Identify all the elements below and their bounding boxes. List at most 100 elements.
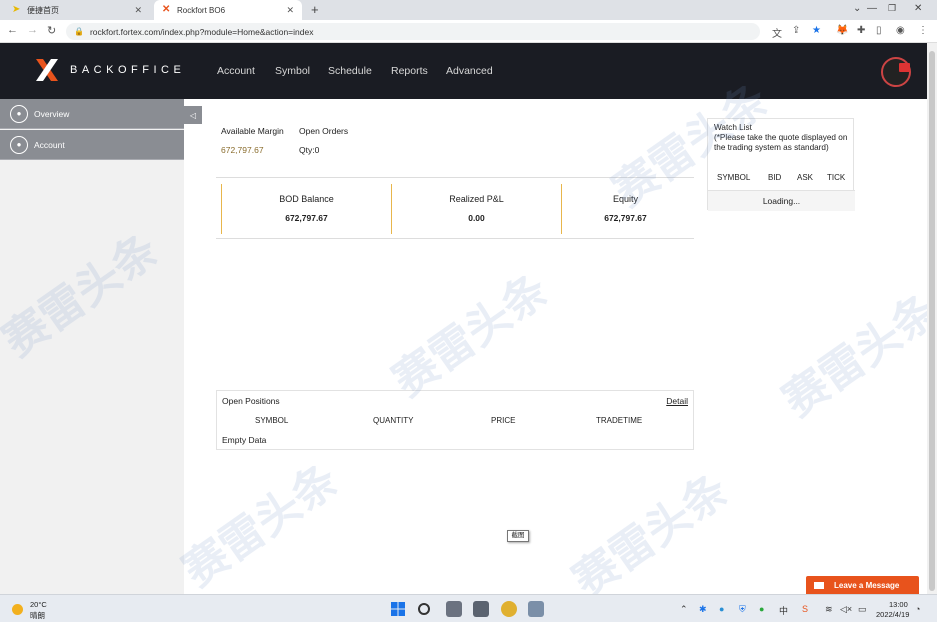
watermark: 赛雷头条 bbox=[563, 464, 738, 608]
star-icon[interactable]: ★ bbox=[812, 25, 821, 36]
open-orders-value: Qty:0 bbox=[299, 145, 320, 155]
nav-advanced[interactable]: Advanced bbox=[446, 65, 493, 77]
sidepanel-icon[interactable]: ▯ bbox=[876, 25, 882, 36]
volume-icon[interactable]: ◁× bbox=[840, 604, 852, 615]
column-header[interactable]: PRICE bbox=[491, 416, 515, 425]
restore-icon[interactable]: ❐ bbox=[888, 3, 896, 14]
column-header[interactable]: BID bbox=[768, 173, 781, 182]
column-header[interactable]: ASK bbox=[797, 173, 813, 182]
watch-list-heading: Watch List (*Please take the quote displ… bbox=[714, 123, 852, 153]
page-scrollbar[interactable] bbox=[927, 43, 937, 594]
tab-label: Rockfort BO6 bbox=[177, 5, 226, 15]
open-positions-panel: Open Positions Detail SYMBOL QUANTITY PR… bbox=[216, 390, 694, 450]
calculator-icon[interactable] bbox=[473, 601, 489, 617]
reload-icon[interactable]: ↻ bbox=[47, 24, 56, 37]
clock-time[interactable]: 13:00 bbox=[889, 600, 908, 609]
close-window-icon[interactable]: ✕ bbox=[914, 3, 922, 14]
paint-app-icon[interactable] bbox=[528, 601, 544, 617]
sidebar-item-account[interactable]: ● Account bbox=[0, 130, 184, 160]
wifi-icon[interactable]: ≋ bbox=[825, 604, 833, 615]
open-orders-label: Open Orders bbox=[299, 126, 349, 136]
envelope-icon bbox=[814, 581, 824, 589]
back-arrow-icon[interactable]: ← bbox=[7, 24, 18, 36]
card-title: BOD Balance bbox=[279, 194, 334, 204]
screenshot-tooltip: 截图 bbox=[507, 530, 529, 542]
nav-account[interactable]: Account bbox=[217, 65, 255, 77]
tab-home[interactable]: ➤ 便捷首页 ✕ bbox=[4, 0, 150, 20]
clock-date[interactable]: 2022/4/19 bbox=[876, 610, 909, 619]
available-margin-value: 672,797.67 bbox=[221, 145, 264, 155]
search-icon[interactable] bbox=[418, 603, 430, 615]
available-margin-label: Available Margin bbox=[221, 126, 284, 136]
column-header[interactable]: TICK bbox=[827, 173, 845, 182]
tab-rockfort[interactable]: ✕ Rockfort BO6 ✕ bbox=[154, 0, 302, 20]
collapse-sidebar-button[interactable]: ◁ bbox=[184, 106, 202, 124]
url-text: rockfort.fortex.com/index.php?module=Hom… bbox=[89, 26, 314, 37]
wechat-icon[interactable]: ● bbox=[759, 604, 764, 614]
column-header[interactable]: SYMBOL bbox=[255, 416, 288, 425]
card-value: 672,797.67 bbox=[285, 213, 328, 223]
nav-schedule[interactable]: Schedule bbox=[328, 65, 372, 77]
more-menu-icon[interactable]: ⋮ bbox=[918, 25, 928, 36]
lock-icon: 🔒 bbox=[74, 27, 84, 36]
x-logo-icon: ✕ bbox=[162, 4, 171, 15]
windows-taskbar: 20°C 晴朗 ⌃ ✱ ● ⛨ ● 中 S ≋ ◁× ▭ 13:00 2022/… bbox=[0, 594, 937, 622]
start-icon[interactable] bbox=[390, 601, 406, 617]
app-header: BACKOFFICE Account Symbol Schedule Repor… bbox=[0, 43, 927, 99]
notification-icon[interactable]: ◔ bbox=[915, 604, 920, 614]
brand-name: BACKOFFICE bbox=[70, 64, 186, 76]
nav-reports[interactable]: Reports bbox=[391, 65, 428, 77]
leave-message-label: Leave a Message bbox=[834, 580, 900, 590]
sidebar-item-overview[interactable]: ● Overview bbox=[0, 99, 184, 129]
realized-pl-card: Realized P&L 0.00 bbox=[391, 184, 561, 234]
eye-icon: ● bbox=[10, 135, 28, 154]
battery-icon[interactable]: ▭ bbox=[858, 604, 867, 615]
sidebar-item-label: Account bbox=[34, 139, 65, 150]
new-tab-button[interactable]: + bbox=[311, 2, 319, 17]
column-header[interactable]: SYMBOL bbox=[717, 173, 750, 182]
minimize-icon[interactable]: — bbox=[867, 3, 877, 14]
watermark: 赛雷头条 bbox=[773, 284, 937, 428]
bluetooth-icon[interactable]: ✱ bbox=[699, 604, 707, 615]
weather-temperature[interactable]: 20°C bbox=[30, 600, 47, 609]
url-field[interactable]: 🔒 rockfort.fortex.com/index.php?module=H… bbox=[66, 23, 760, 40]
windows-logo-icon bbox=[391, 602, 405, 616]
watch-list-note: (*Please take the quote displayed on the… bbox=[714, 133, 848, 152]
card-title: Realized P&L bbox=[449, 194, 504, 204]
x-logo-icon bbox=[36, 59, 58, 81]
close-icon[interactable]: ✕ bbox=[134, 5, 142, 16]
column-header[interactable]: TRADETIME bbox=[596, 416, 642, 425]
watermark: 赛雷头条 bbox=[383, 264, 558, 408]
chrome-icon[interactable] bbox=[501, 601, 517, 617]
scrollbar-thumb[interactable] bbox=[929, 51, 935, 591]
watch-list-panel: Watch List (*Please take the quote displ… bbox=[707, 118, 855, 211]
ime-indicator[interactable]: 中 bbox=[779, 604, 788, 617]
forward-arrow-icon[interactable]: → bbox=[27, 24, 38, 36]
sidebar: ● Overview ● Account bbox=[0, 99, 184, 594]
address-bar-row: ← → ↻ 🔒 rockfort.fortex.com/index.php?mo… bbox=[0, 20, 937, 43]
weather-description[interactable]: 晴朗 bbox=[30, 610, 45, 621]
sun-icon[interactable] bbox=[12, 604, 23, 615]
fox-extension-icon[interactable]: 🦊 bbox=[836, 25, 848, 36]
leave-message-button[interactable]: Leave a Message bbox=[806, 576, 919, 594]
profile-icon[interactable]: ◉ bbox=[896, 25, 905, 36]
loading-indicator: Loading... bbox=[708, 190, 855, 211]
column-header[interactable]: QUANTITY bbox=[373, 416, 413, 425]
shield-icon[interactable]: ⛨ bbox=[739, 604, 746, 615]
chevron-up-icon[interactable]: ⌃ bbox=[680, 604, 688, 615]
detail-link[interactable]: Detail bbox=[666, 396, 688, 406]
user-avatar[interactable] bbox=[881, 57, 911, 87]
notification-flag-icon bbox=[899, 63, 910, 72]
card-value: 672,797.67 bbox=[604, 213, 647, 223]
translate-icon[interactable]: 文 bbox=[772, 25, 782, 40]
task-view-icon[interactable] bbox=[446, 601, 462, 617]
chevron-down-icon[interactable]: ⌄ bbox=[853, 3, 861, 14]
equity-card: Equity 672,797.67 bbox=[561, 184, 689, 234]
watermark: 赛雷头条 bbox=[173, 454, 348, 598]
puzzle-icon[interactable]: ✚ bbox=[857, 25, 865, 36]
edge-icon[interactable]: ● bbox=[719, 604, 724, 614]
share-icon[interactable]: ⇪ bbox=[792, 25, 800, 36]
sogou-icon[interactable]: S bbox=[802, 604, 808, 614]
close-icon[interactable]: ✕ bbox=[286, 5, 294, 16]
nav-symbol[interactable]: Symbol bbox=[275, 65, 310, 77]
